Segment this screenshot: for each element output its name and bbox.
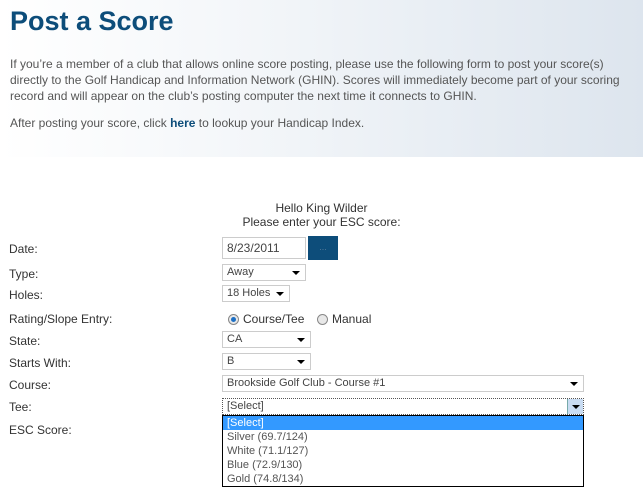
tee-dropdown-list[interactable]: [Select] Silver (69.7/124) White (71.1/1… [222,415,584,487]
calendar-button[interactable]: ... [308,236,338,260]
type-label: Type: [9,267,39,281]
radio-course-tee[interactable]: Course/Tee [228,312,304,326]
esc-prompt: Please enter your ESC score: [242,215,401,229]
chevron-down-icon [297,360,305,364]
here-link[interactable]: here [170,116,195,130]
state-label: State: [9,334,41,348]
course-select[interactable]: Brookside Golf Club - Course #1 [222,375,584,392]
radio-manual[interactable]: Manual [317,312,371,326]
rating-label: Rating/Slope Entry: [9,312,113,326]
radio-label: Manual [332,312,372,326]
after-posting-text: After posting your score, click here to … [10,116,364,130]
chevron-down-icon [292,271,300,275]
starts-with-label: Starts With: [9,356,72,370]
state-select[interactable]: CA [222,331,311,348]
radio-unchecked-icon [317,313,328,325]
intro-text: If you’re a member of a club that allows… [10,57,620,103]
state-value: CA [227,333,243,345]
intro-header: Post a Score If you’re a member of a clu… [0,0,643,157]
chevron-down-icon[interactable] [567,399,583,414]
holes-label: Holes: [9,288,44,302]
tee-select[interactable]: [Select] [222,398,584,415]
holes-value: 18 Holes [227,287,271,299]
chevron-down-icon [276,292,284,296]
after-pre: After posting your score, click [10,116,171,130]
type-select[interactable]: Away [222,264,306,281]
date-input[interactable]: 8/23/2011 [222,237,306,259]
tee-label: Tee: [9,400,32,414]
tee-option[interactable]: Blue (72.9/130) [223,458,583,472]
course-value: Brookside Golf Club - Course #1 [227,377,386,389]
starts-with-select[interactable]: B [222,353,311,370]
chevron-down-icon [570,382,578,386]
esc-score-label: ESC Score: [9,423,72,437]
tee-option[interactable]: Silver (69.7/124) [223,430,583,444]
after-post: to lookup your Handicap Index. [195,116,365,130]
tee-option[interactable]: White (71.1/127) [223,444,583,458]
course-label: Course: [9,378,52,392]
radio-label: Course/Tee [243,312,305,326]
date-label: Date: [9,242,38,256]
tee-value: [Select] [227,400,264,412]
chevron-down-icon [297,338,305,342]
radio-checked-icon [228,313,239,325]
page-title: Post a Score [10,6,174,36]
tee-option[interactable]: [Select] [223,416,583,430]
tee-option[interactable]: Gold (74.8/134) [223,472,583,486]
greeting: Hello King Wilder [275,201,368,215]
holes-select[interactable]: 18 Holes [222,285,290,302]
starts-value: B [227,355,235,367]
type-value: Away [227,266,254,278]
